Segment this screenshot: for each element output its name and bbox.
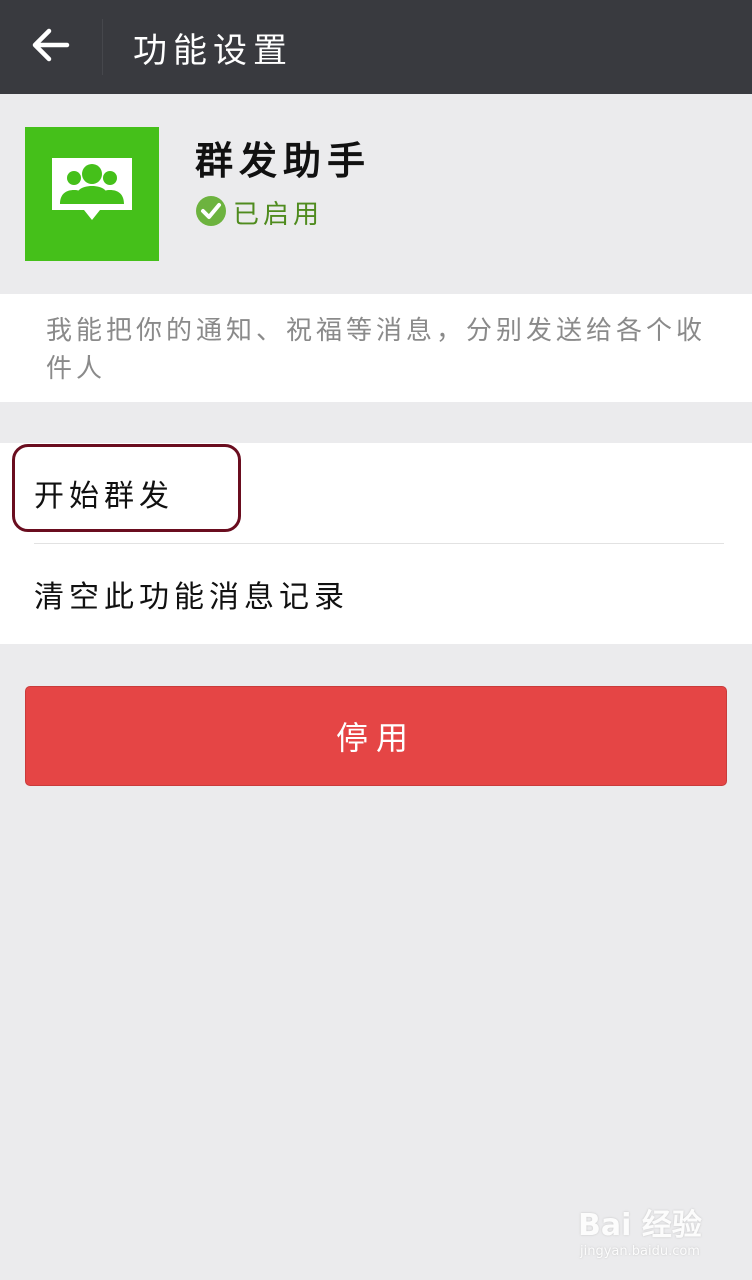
top-bar: 功能设置 <box>0 0 752 94</box>
highlight-annotation <box>12 444 241 532</box>
watermark: Bai 经验 jingyan.baidu.com <box>578 1200 728 1270</box>
disable-button[interactable]: 停用 <box>25 686 727 786</box>
arrow-left-icon <box>31 28 71 66</box>
app-name: 群发助手 <box>195 139 372 183</box>
description-card: 我能把你的通知、祝福等消息，分别发送给各个收件人 <box>0 294 752 402</box>
back-button[interactable] <box>0 0 102 94</box>
watermark-url: jingyan.baidu.com <box>580 1244 700 1259</box>
menu-item-label: 清空此功能消息记录 <box>34 580 349 615</box>
group-chat-icon <box>48 154 136 234</box>
watermark-logo: Bai 经验 <box>578 1208 702 1243</box>
description-text: 我能把你的通知、祝福等消息，分别发送给各个收件人 <box>46 316 707 384</box>
topbar-divider <box>102 19 103 75</box>
status-text: 已启用 <box>233 200 324 230</box>
page-title: 功能设置 <box>133 30 293 71</box>
app-logo <box>25 127 159 261</box>
status-row: 已启用 <box>195 194 323 231</box>
menu-item-clear-history[interactable]: 清空此功能消息记录 <box>0 544 752 644</box>
check-circle-icon <box>195 195 227 231</box>
app-header: 群发助手 已启用 <box>0 94 752 294</box>
